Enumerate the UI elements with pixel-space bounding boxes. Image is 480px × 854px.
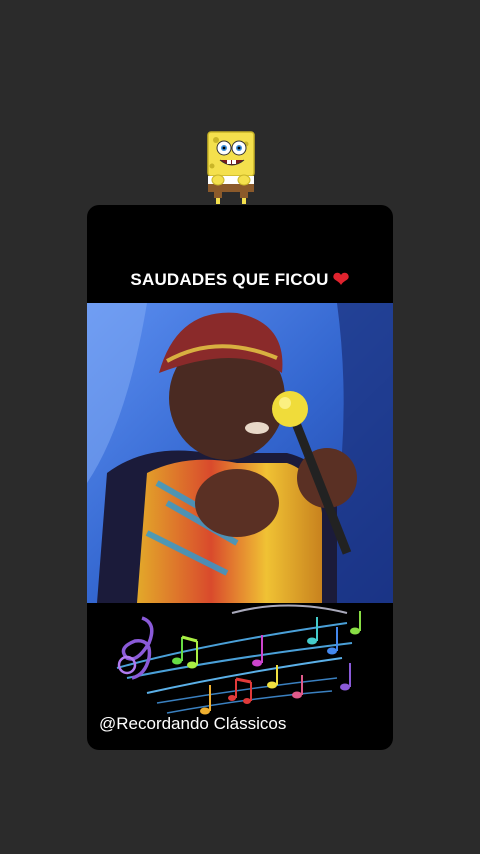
heart-icon: ❤: [332, 269, 350, 291]
headline-text: SAUDADES QUE FICOU: [130, 270, 329, 289]
video-frame: [87, 303, 393, 603]
video-player[interactable]: [87, 303, 393, 603]
account-handle: @Recordando Clássicos: [99, 714, 287, 733]
story-card: SAUDADES QUE FICOU ❤ @Recordando Clássic…: [87, 205, 393, 750]
spongebob-sticker-icon: [196, 128, 268, 204]
headline: SAUDADES QUE FICOU ❤: [87, 267, 393, 292]
